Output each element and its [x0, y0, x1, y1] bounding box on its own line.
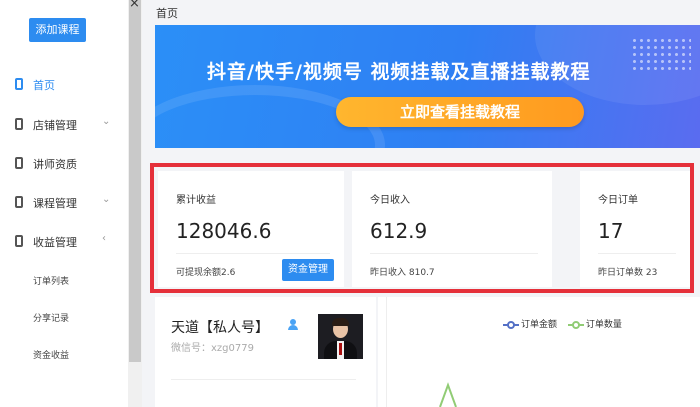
- sidebar-item-label: 店铺管理: [33, 119, 77, 132]
- teacher-icon: [15, 157, 23, 169]
- sidebar-item-shop[interactable]: 店铺管理 ⌄: [0, 114, 128, 136]
- sidebar-subitem-funds[interactable]: 资金收益: [33, 348, 69, 361]
- withdrawable-balance: 可提现余额2.6: [176, 268, 236, 278]
- stat-label: 累计收益: [176, 195, 216, 206]
- chart-axis-line: [386, 297, 387, 407]
- sidebar-item-label: 讲师资质: [33, 158, 77, 171]
- banner-dots-decoration: [631, 37, 691, 73]
- sidebar-subitem-shares[interactable]: 分享记录: [33, 311, 69, 324]
- yesterday-income: 昨日收入 810.7: [370, 268, 435, 278]
- wechat-id: 微信号：xzg0779: [171, 343, 254, 354]
- profile-name: 天道【私人号】: [171, 320, 269, 336]
- chart-series-peak: [439, 382, 457, 407]
- sidebar: 添加课程 首页 店铺管理 ⌄ 讲师资质 课程管理 ⌄ 收益管理 ‹ 订单列表 分…: [0, 0, 128, 407]
- sidebar-item-label: 首页: [33, 79, 55, 92]
- stat-value: 17: [598, 219, 624, 243]
- sidebar-item-label: 课程管理: [33, 197, 77, 210]
- stat-card-today-orders: 今日订单 17 昨日订单数 23: [580, 171, 690, 287]
- divider: [598, 253, 676, 254]
- divider: [171, 379, 356, 380]
- stat-label: 今日收入: [370, 195, 410, 206]
- legend-line-icon: [567, 320, 584, 329]
- tutorial-banner[interactable]: 抖音/快手/视频号 视频挂载及直播挂载教程 立即查看挂载教程: [155, 25, 700, 148]
- view-tutorial-button[interactable]: 立即查看挂载教程: [336, 97, 584, 127]
- stat-value: 612.9: [370, 219, 428, 243]
- scrollbar-thumb[interactable]: [129, 0, 141, 362]
- stat-value: 128046.6: [176, 219, 272, 243]
- orders-chart: 订单金额 订单数量: [378, 297, 700, 407]
- income-icon: [15, 235, 23, 247]
- shop-icon: [15, 118, 23, 130]
- sidebar-item-home[interactable]: 首页: [0, 74, 128, 96]
- chevron-down-icon: ⌄: [102, 194, 111, 205]
- add-course-button[interactable]: 添加课程: [29, 18, 86, 42]
- divider: [370, 253, 538, 254]
- banner-title: 抖音/快手/视频号 视频挂载及直播挂载教程: [207, 61, 591, 83]
- sidebar-item-income[interactable]: 收益管理 ‹: [0, 231, 128, 253]
- legend-item-order-count[interactable]: 订单数量: [567, 317, 622, 330]
- close-icon[interactable]: ×: [129, 0, 140, 11]
- breadcrumb[interactable]: 首页: [156, 5, 178, 21]
- profile-card: 天道【私人号】 微信号：xzg0779: [155, 297, 376, 407]
- stat-card-total-income: 累计收益 128046.6 可提现余额2.6 资金管理: [158, 171, 344, 287]
- user-icon: [288, 319, 298, 331]
- main-content: 首页 抖音/快手/视频号 视频挂载及直播挂载教程 立即查看挂载教程 累计收益 1…: [142, 0, 700, 407]
- sidebar-item-teacher[interactable]: 讲师资质: [0, 153, 128, 175]
- home-icon: [15, 78, 23, 90]
- yesterday-orders: 昨日订单数 23: [598, 268, 658, 278]
- divider: [176, 253, 330, 254]
- sidebar-item-course[interactable]: 课程管理 ⌄: [0, 192, 128, 214]
- sidebar-item-label: 收益管理: [33, 236, 77, 249]
- sidebar-scrollbar[interactable]: [128, 0, 142, 407]
- legend-item-order-amount[interactable]: 订单金额: [503, 317, 557, 330]
- stats-highlight-box: 累计收益 128046.6 可提现余额2.6 资金管理 今日收入 612.9 昨…: [150, 163, 694, 293]
- chart-legend: 订单金额 订单数量: [503, 317, 630, 330]
- avatar: [318, 314, 363, 359]
- stat-label: 今日订单: [598, 195, 638, 206]
- course-icon: [15, 196, 23, 208]
- stat-card-today-income: 今日收入 612.9 昨日收入 810.7: [352, 171, 552, 287]
- chevron-down-icon: ⌄: [102, 116, 111, 127]
- sidebar-subitem-orders[interactable]: 订单列表: [33, 274, 69, 287]
- fund-management-button[interactable]: 资金管理: [282, 259, 334, 281]
- legend-line-icon: [503, 320, 519, 329]
- chevron-left-icon: ‹: [102, 233, 106, 244]
